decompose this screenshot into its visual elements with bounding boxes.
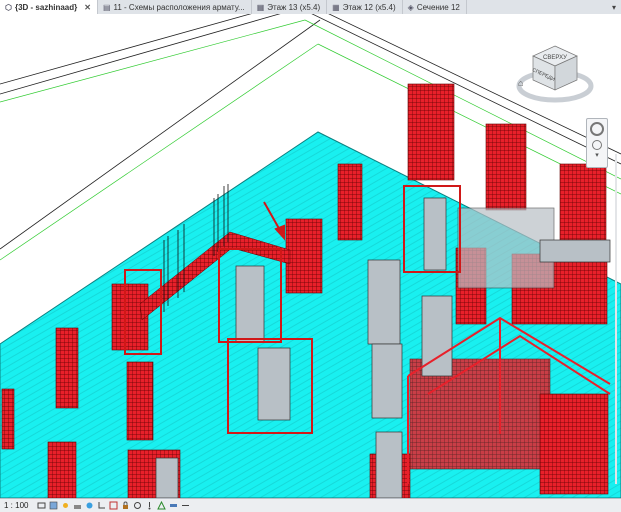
reveal-constraints-icon[interactable] <box>181 501 190 510</box>
detail-level-icon[interactable] <box>37 501 46 510</box>
tab-label: Сечение 12 <box>416 2 460 12</box>
viewcube-top-label[interactable]: СВЕРХУ <box>543 55 567 61</box>
steering-wheel-icon[interactable] <box>590 122 604 136</box>
sun-path-icon[interactable] <box>61 501 70 510</box>
chevron-down-icon[interactable]: ▾ <box>587 151 607 159</box>
view-cube[interactable]: СВЕРХУ СПЕРЕДИ <box>515 38 595 108</box>
vertical-scrollbar[interactable] <box>613 154 619 484</box>
view-tab-bar: ⬡ {3D - sazhinaad} ✕ ▤ 11 - Схемы распол… <box>0 0 621 15</box>
tab-label: Этаж 12 (x5.4) <box>342 2 396 12</box>
tab-section-12[interactable]: ◈ Сечение 12 <box>403 0 467 14</box>
visual-style-icon[interactable] <box>49 501 58 510</box>
tab-overflow-menu-icon[interactable]: ▾ <box>607 0 621 14</box>
reveal-hidden-icon[interactable] <box>145 501 154 510</box>
plan-view-icon: ▦ <box>256 2 265 12</box>
show-crop-region-icon[interactable] <box>109 501 118 510</box>
navigation-bar: ▾ <box>586 118 608 168</box>
view-scale[interactable]: 1 : 100 <box>4 501 28 510</box>
home-icon[interactable]: ⌂ <box>518 78 523 88</box>
temporary-hide-icon[interactable] <box>133 501 142 510</box>
zoom-icon[interactable] <box>592 140 602 150</box>
plan-view-icon: ▦ <box>332 2 340 12</box>
tab-label: 11 - Схемы расположения армату... <box>113 2 245 12</box>
tab-label: Этаж 13 (x5.4) <box>267 2 321 12</box>
tab-3d-view[interactable]: ⬡ {3D - sazhinaad} ✕ <box>0 0 98 14</box>
section-view-icon: ◈ <box>407 2 414 12</box>
render-icon[interactable] <box>85 501 94 510</box>
sheet-icon: ▤ <box>102 2 111 12</box>
3d-view-icon: ⬡ <box>5 2 12 12</box>
analytical-model-icon[interactable] <box>157 501 167 510</box>
view-control-bar: 1 : 100 <box>0 498 621 512</box>
3d-viewport[interactable]: СВЕРХУ СПЕРЕДИ ⌂ ▾ <box>0 14 621 498</box>
crop-view-icon[interactable] <box>97 501 106 510</box>
close-icon[interactable]: ✕ <box>84 3 91 12</box>
highlight-displacement-icon[interactable] <box>169 501 178 510</box>
tab-sheet-11[interactable]: ▤ 11 - Схемы расположения армату... <box>98 0 252 14</box>
tab-label: {3D - sazhinaad} <box>14 2 78 12</box>
tab-floor-12[interactable]: ▦ Этаж 12 (x5.4) <box>327 0 403 14</box>
lock-3d-view-icon[interactable] <box>121 501 130 510</box>
shadows-icon[interactable] <box>73 501 82 510</box>
tab-floor-13[interactable]: ▦ Этаж 13 (x5.4) <box>252 0 328 14</box>
